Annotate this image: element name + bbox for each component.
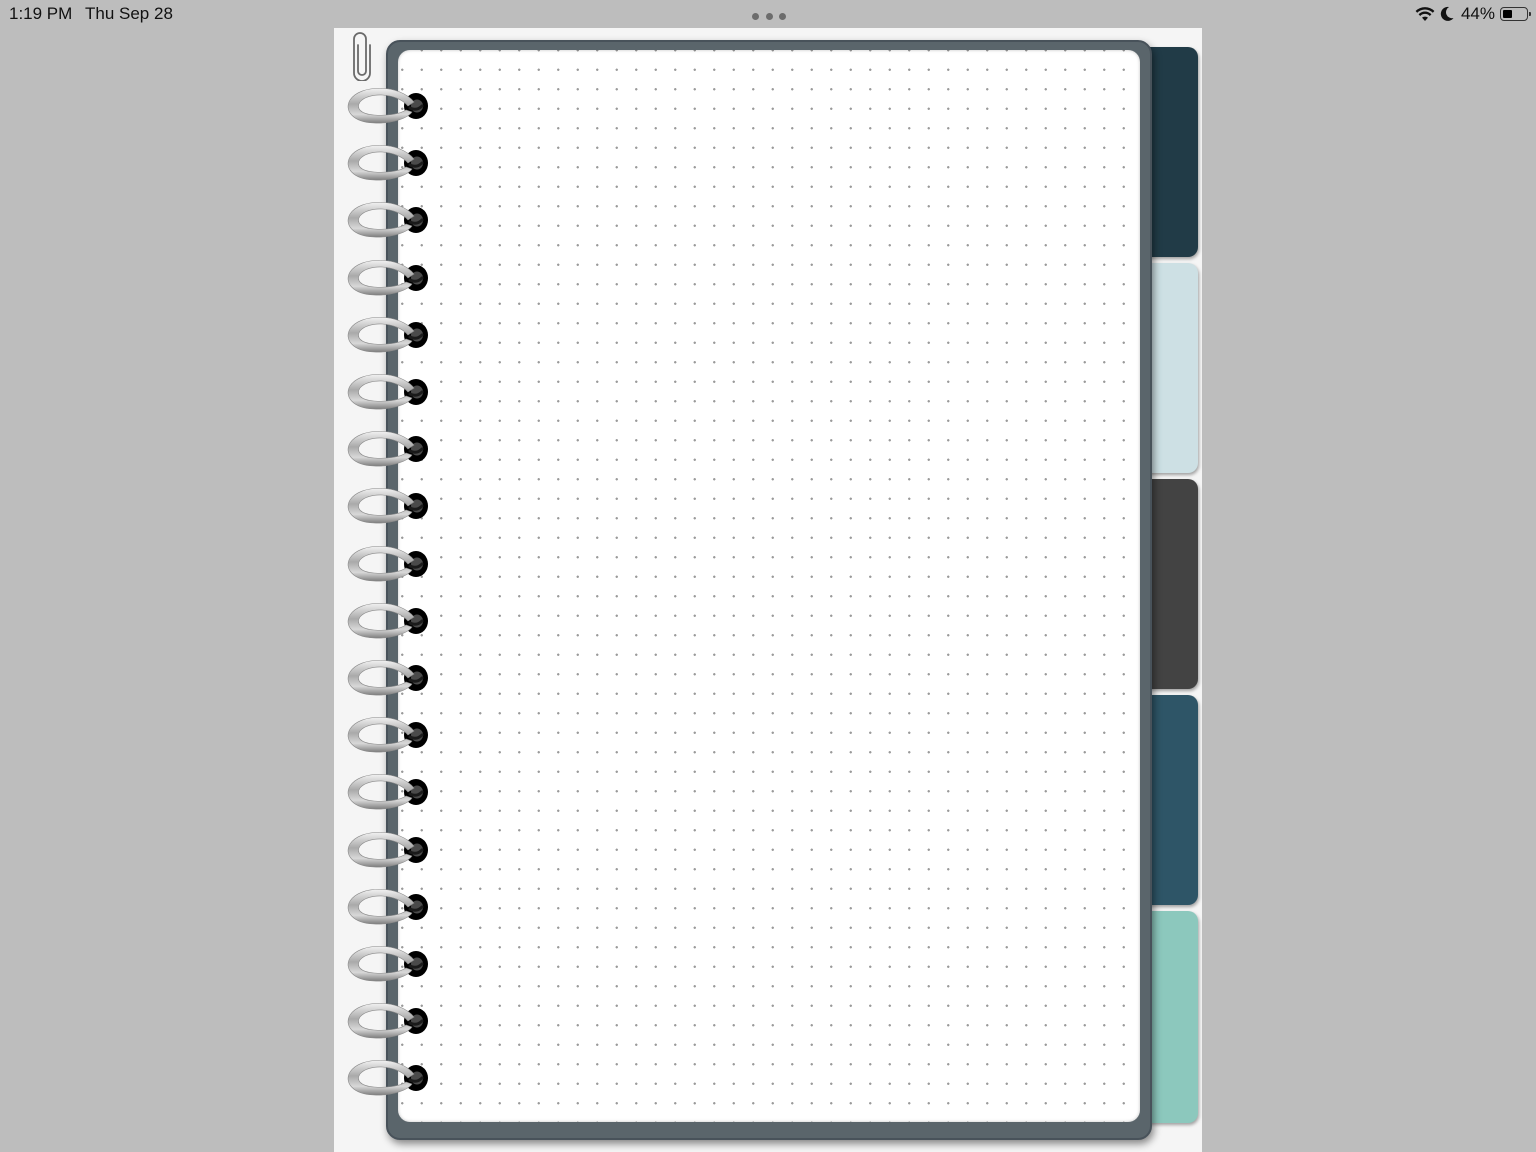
spiral-ring xyxy=(347,316,428,353)
spiral-ring xyxy=(347,602,428,639)
paperclip-icon[interactable] xyxy=(350,31,374,81)
spiral-ring xyxy=(347,945,428,982)
section-tab-3[interactable] xyxy=(1144,479,1198,689)
spiral-ring xyxy=(347,488,428,524)
spiral-ring xyxy=(347,545,428,581)
spiral-ring xyxy=(347,774,428,810)
do-not-disturb-moon-icon xyxy=(1440,6,1454,21)
battery-percent: 44% xyxy=(1460,4,1495,23)
spiral-ring xyxy=(347,1003,428,1039)
spiral-ring xyxy=(347,373,428,410)
spiral-ring xyxy=(347,831,428,867)
spiral-ring xyxy=(347,659,428,696)
section-tab-2[interactable] xyxy=(1144,263,1198,473)
dot-grid-page[interactable] xyxy=(398,50,1140,1122)
status-time: 1:19 PM xyxy=(9,4,73,23)
planner-page[interactable] xyxy=(334,28,1202,1152)
spiral-ring xyxy=(347,717,428,753)
spiral-ring xyxy=(347,87,428,124)
wifi-icon xyxy=(1415,7,1435,21)
battery-icon xyxy=(1500,7,1531,21)
battery-fill xyxy=(1503,10,1512,18)
section-tab-1[interactable] xyxy=(1144,47,1198,257)
spiral-ring xyxy=(347,202,428,238)
section-tab-4[interactable] xyxy=(1144,695,1198,905)
spiral-ring xyxy=(347,888,428,925)
spiral-ring xyxy=(347,145,428,181)
status-date: Thu Sep 28 xyxy=(85,4,173,23)
section-tab-5[interactable] xyxy=(1144,911,1198,1123)
spiral-ring xyxy=(347,431,428,467)
status-bar: 1:19 PM Thu Sep 28 44% xyxy=(0,0,1536,28)
spiral-ring xyxy=(347,1060,428,1096)
spiral-ring xyxy=(347,259,428,295)
status-right-group: 44% xyxy=(1415,3,1531,25)
multitask-dots-icon[interactable] xyxy=(752,13,786,21)
